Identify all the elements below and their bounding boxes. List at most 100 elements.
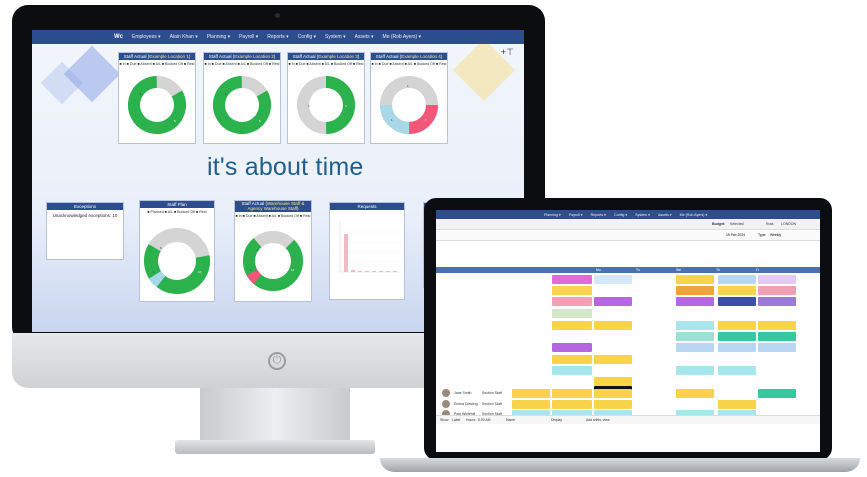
shift-cell[interactable] — [718, 332, 756, 341]
shift-cell[interactable] — [758, 343, 796, 352]
shift-cell[interactable] — [552, 309, 592, 318]
exceptions-text[interactable]: Unacknowledged exceptions: 10 — [47, 210, 123, 221]
rota-filter-bar: 19 Feb 2024 Type: Weekly — [436, 231, 820, 241]
segment-label: 10 — [198, 270, 202, 274]
nav-planning[interactable]: Planning ▾ — [207, 34, 230, 40]
nav-assets[interactable]: Assets ▾ — [355, 34, 374, 40]
rota-link[interactable]: Rota — [766, 222, 773, 226]
shift-cell[interactable] — [758, 389, 796, 398]
nav-payroll[interactable]: Payroll ▾ — [569, 213, 583, 217]
nav-planning[interactable]: Planning ▾ — [544, 213, 561, 217]
shift-cell[interactable] — [718, 400, 756, 409]
name-select[interactable]: Name — [506, 418, 515, 422]
shift-cell[interactable] — [758, 332, 796, 341]
rota-footer: Show Label Hours: 8:00 AM Name Display A… — [436, 415, 820, 424]
shift-cell[interactable] — [676, 343, 714, 352]
nav-reports[interactable]: Reports ▾ — [267, 34, 288, 40]
weekly-select[interactable]: Weekly — [770, 233, 781, 237]
rota-toolbar: Budget: Selected Rota LONDON — [436, 219, 820, 230]
label-button[interactable]: Label — [452, 418, 460, 422]
panel-title: Staff Actual (Example Location 4) — [371, 53, 447, 60]
shift-cell[interactable] — [552, 275, 592, 284]
nav-me[interactable]: Me (Rob Ayers) ▾ — [680, 213, 708, 217]
nav-config[interactable]: Config ▾ — [298, 34, 316, 40]
staff-actual-panel-1: Staff Actual (Example Location 1) ■ In ■… — [118, 52, 196, 144]
shift-cell[interactable] — [758, 321, 796, 330]
budget-select[interactable]: Selected — [730, 222, 744, 226]
shift-cell[interactable] — [718, 366, 756, 375]
shift-cell[interactable] — [718, 297, 756, 306]
bar — [344, 234, 348, 272]
shift-cell[interactable] — [594, 355, 632, 364]
shift-cell[interactable] — [552, 343, 592, 352]
shift-cell[interactable] — [718, 343, 756, 352]
nav-employees[interactable]: Employees ▾ — [132, 34, 161, 40]
shift-cell[interactable] — [676, 321, 714, 330]
nav-config[interactable]: Config ▾ — [614, 213, 627, 217]
shift-cell[interactable] — [594, 377, 632, 386]
shift-cell[interactable] — [594, 275, 632, 284]
nav-system[interactable]: System ▾ — [635, 213, 650, 217]
shift-cell[interactable] — [594, 297, 632, 306]
employee-role: Section Staff — [482, 391, 502, 395]
staff-actual-panel-3: Staff Actual (Example Location 3) ■ In ■… — [287, 52, 365, 144]
employee-name[interactable]: Emma Dowling — [454, 402, 478, 406]
segment-label: 1 — [308, 104, 310, 108]
day-header: Mo — [596, 268, 601, 272]
bar — [386, 271, 390, 272]
nav-me[interactable]: Me (Rob Ayers) ▾ — [383, 34, 422, 40]
shift-cell[interactable] — [676, 366, 714, 375]
shift-cell[interactable] — [552, 297, 592, 306]
staff-plan-panel: Staff Plan ■ Planned ■ A/L ■ Booked Off … — [139, 200, 215, 302]
shift-cell[interactable] — [676, 332, 714, 341]
panel-title: Staff Actual (Warehouse Staff & Agency W… — [235, 201, 311, 212]
show-button[interactable]: Show — [440, 418, 448, 422]
shift-cell[interactable] — [552, 286, 592, 295]
shift-cell[interactable] — [594, 321, 632, 330]
shift-cell[interactable] — [552, 389, 592, 398]
shift-cell[interactable] — [512, 400, 550, 409]
shift-cell[interactable] — [676, 389, 714, 398]
rota-grid: Jane Smith Section Staff Emma Dowling Se… — [436, 273, 820, 419]
hours-label: Hours: — [466, 418, 476, 422]
shift-cell[interactable] — [676, 275, 714, 284]
nav-payroll[interactable]: Payroll ▾ — [239, 34, 258, 40]
nav-user-alain[interactable]: Alain Khan ▾ — [170, 34, 198, 40]
app-logo[interactable]: Wc — [114, 34, 123, 40]
shift-cell[interactable] — [718, 321, 756, 330]
add-shifts-view[interactable]: Add shifts, view — [586, 418, 610, 422]
shift-cell[interactable] — [758, 275, 796, 284]
shift-cell[interactable] — [758, 297, 796, 306]
staff-actual-panel-2: Staff Actual (Example Location 2) ■ In ■… — [203, 52, 281, 144]
panel-title: Staff Actual (Example Location 3) — [288, 53, 364, 60]
add-filter-icon[interactable]: +⊤ — [501, 47, 514, 58]
shift-cell[interactable] — [718, 286, 756, 295]
bar — [372, 271, 376, 272]
shift-cell[interactable] — [552, 366, 592, 375]
day-header: Fr — [756, 268, 760, 272]
shift-cell[interactable] — [552, 400, 592, 409]
panel-title: Staff Actual (Example Location 2) — [204, 53, 280, 60]
avatar — [442, 389, 450, 397]
donut-chart: 6 1 10 — [144, 228, 210, 294]
hours-select[interactable]: 8:00 AM — [478, 418, 490, 422]
shift-cell[interactable] — [594, 389, 632, 398]
shift-cell[interactable] — [594, 400, 632, 409]
shift-cell[interactable] — [758, 286, 796, 295]
segment-label: 14 — [291, 268, 295, 272]
shift-cell[interactable] — [676, 297, 714, 306]
shift-cell[interactable] — [512, 389, 550, 398]
imac-stand — [200, 388, 350, 443]
shift-cell[interactable] — [552, 355, 592, 364]
employee-name[interactable]: Jane Smith — [454, 391, 472, 395]
requests-panel: Requests — [329, 202, 405, 300]
donut-chart: 3 1 14 — [243, 231, 303, 291]
shift-cell[interactable] — [718, 275, 756, 284]
date-field[interactable]: 19 Feb 2024 — [726, 233, 745, 237]
nav-reports[interactable]: Reports ▾ — [591, 213, 606, 217]
shift-cell[interactable] — [552, 321, 592, 330]
nav-system[interactable]: System ▾ — [325, 34, 346, 40]
shift-cell[interactable] — [676, 286, 714, 295]
requests-bar-chart — [339, 222, 400, 273]
nav-assets[interactable]: Assets ▾ — [658, 213, 672, 217]
